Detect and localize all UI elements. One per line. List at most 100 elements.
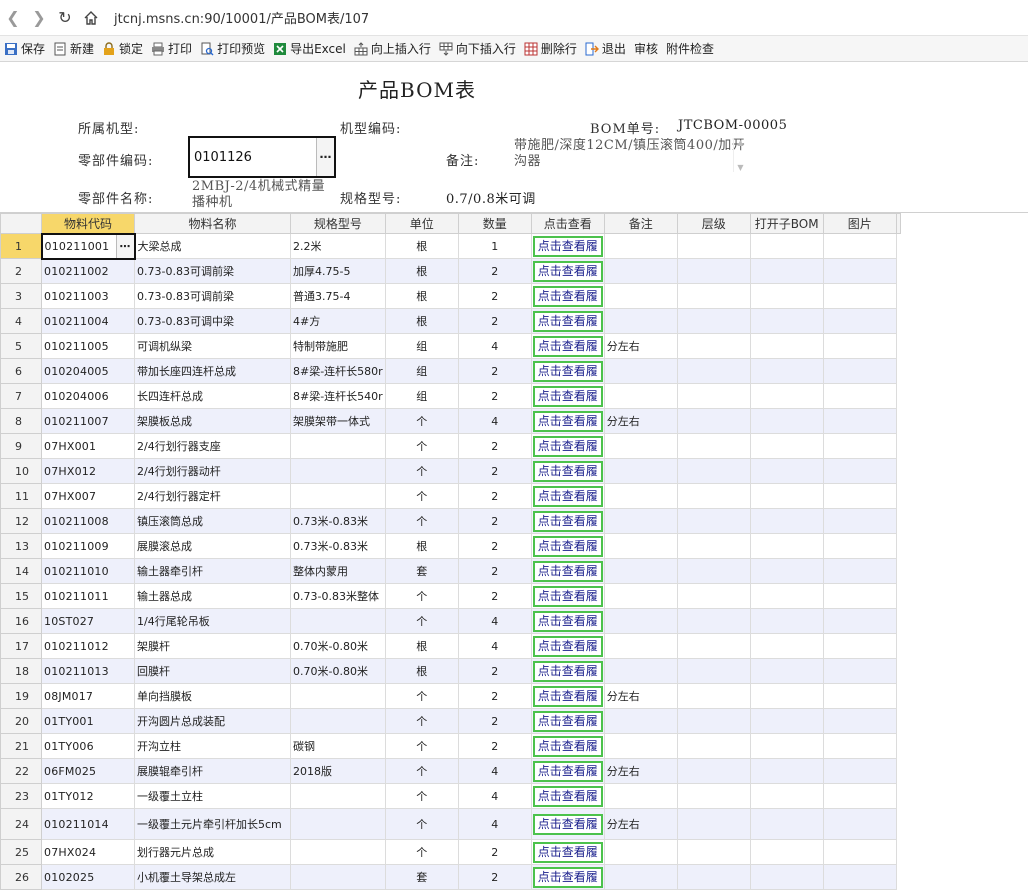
cell-code[interactable]: 06FM025 (41, 758, 135, 784)
cell-open-sub-bom[interactable] (749, 533, 824, 559)
cell-unit[interactable]: 组 (384, 358, 459, 384)
cell-note[interactable] (603, 258, 678, 284)
row-number[interactable]: 15 (0, 583, 42, 609)
cell-spec[interactable]: 4#方 (290, 308, 386, 334)
cell-spec[interactable] (290, 708, 386, 734)
view-button[interactable]: 点击查看履 (532, 235, 603, 257)
cell-name[interactable]: 展膜滚总成 (134, 533, 291, 559)
cell-image[interactable] (822, 358, 897, 384)
toolbar-button-6[interactable]: 向上插入行 (354, 38, 431, 60)
cell-note[interactable] (603, 608, 678, 634)
cell-code[interactable]: 01TY006 (41, 733, 135, 759)
cell-image[interactable] (822, 733, 897, 759)
view-button[interactable]: 点击查看履 (532, 635, 603, 657)
cell-unit[interactable]: 根 (384, 233, 459, 259)
cell-open-sub-bom[interactable] (749, 458, 824, 484)
cell-code[interactable]: 01TY012 (41, 783, 135, 809)
cell-name[interactable]: 镇压滚筒总成 (134, 508, 291, 534)
cell-level[interactable] (676, 783, 751, 809)
row-number[interactable]: 20 (0, 708, 42, 734)
cell-spec[interactable] (290, 483, 386, 509)
view-button[interactable]: 点击查看履 (532, 560, 603, 582)
table-row[interactable]: 14 010211010 输土器牵引杆 整体内蒙用套 2 点击查看履 (0, 558, 901, 584)
view-button[interactable]: 点击查看履 (532, 685, 603, 707)
cell-open-sub-bom[interactable] (749, 608, 824, 634)
cell-code[interactable]: 07HX012 (41, 458, 135, 484)
row-number[interactable]: 16 (0, 608, 42, 634)
cell-image[interactable] (822, 583, 897, 609)
cell-level[interactable] (676, 283, 751, 309)
table-row[interactable]: 20 01TY001 开沟圆片总成装配 个 2 点击查看履 (0, 708, 901, 734)
cell-qty[interactable]: 2 (457, 839, 532, 865)
cell-qty[interactable]: 2 (457, 683, 532, 709)
cell-name[interactable]: 0.73-0.83可调前梁 (134, 258, 291, 284)
cell-code[interactable]: 01TY001 (41, 708, 135, 734)
cell-qty[interactable]: 2 (457, 308, 532, 334)
table-row[interactable]: 26 0102025 小机覆土导架总成左 套 2 点击查看履 (0, 864, 901, 890)
forward-icon[interactable]: ❯ (26, 0, 52, 36)
cell-open-sub-bom[interactable] (749, 633, 824, 659)
table-row[interactable]: 19 08JM017 单向挡膜板 个 2 点击查看履 分左右 (0, 683, 901, 709)
cell-code[interactable]: 010211004 (41, 308, 135, 334)
cell-level[interactable] (676, 808, 751, 840)
scroll-up-icon[interactable]: ▲ (737, 138, 743, 147)
cell-code[interactable]: 010211012 (41, 633, 135, 659)
cell-spec[interactable]: 普通3.75-4 (290, 283, 386, 309)
toolbar-button-0[interactable]: 保存 (4, 38, 45, 60)
table-row[interactable]: 2 010211002 0.73-0.83可调前梁 加厚4.75-5 根 2 点击查看履 (0, 258, 901, 284)
cell-open-sub-bom[interactable] (749, 508, 824, 534)
view-button[interactable]: 点击查看履 (532, 610, 603, 632)
cell-image[interactable] (822, 308, 897, 334)
view-button[interactable]: 点击查看履 (532, 585, 603, 607)
table-row[interactable]: 7 010204006 长四连杆总成 8#梁-连杆长540r 组 2 点击查看履 (0, 383, 901, 409)
cell-unit[interactable]: 根 (384, 308, 459, 334)
table-row[interactable]: 11 07HX007 2/4行划行器定杆 个 2 点击查看履 (0, 483, 901, 509)
table-row[interactable]: 13 010211009 展膜滚总成 0.73米-0.83米根 2 点击查看履 (0, 533, 901, 559)
cell-unit[interactable]: 个 (384, 583, 459, 609)
cell-qty[interactable]: 2 (457, 733, 532, 759)
cell-unit[interactable]: 个 (384, 458, 459, 484)
cell-image[interactable] (822, 708, 897, 734)
cell-name[interactable]: 长四连杆总成 (134, 383, 291, 409)
cell-code[interactable]: 07HX001 (41, 433, 135, 459)
cell-note[interactable] (603, 583, 678, 609)
table-row[interactable]: 25 07HX024 划行器元片总成 个 2 点击查看履 (0, 839, 901, 865)
cell-level[interactable] (676, 839, 751, 865)
cell-qty[interactable]: 4 (457, 758, 532, 784)
cell-qty[interactable]: 2 (457, 583, 532, 609)
cell-qty[interactable]: 2 (457, 258, 532, 284)
cell-open-sub-bom[interactable] (749, 358, 824, 384)
cell-note[interactable]: 分左右 (603, 408, 678, 434)
cell-level[interactable] (676, 508, 751, 534)
cell-open-sub-bom[interactable] (749, 708, 824, 734)
table-row[interactable]: 1 010211001 ⋯ 大梁总成 2.2米根 1 点击查看履 (0, 232, 901, 260)
cell-code[interactable]: 0102025 (41, 864, 135, 890)
cell-qty[interactable]: 2 (457, 508, 532, 534)
cell-qty[interactable]: 2 (457, 483, 532, 509)
cell-note[interactable] (603, 233, 678, 259)
cell-spec[interactable] (290, 433, 386, 459)
cell-spec[interactable]: 整体内蒙用 (290, 558, 386, 584)
row-number[interactable]: 8 (0, 408, 42, 434)
cell-code[interactable]: 010211002 (41, 258, 135, 284)
cell-unit[interactable]: 根 (384, 533, 459, 559)
row-number[interactable]: 3 (0, 283, 42, 309)
home-icon[interactable] (78, 0, 104, 36)
table-row[interactable]: 12 010211008 镇压滚筒总成 0.73米-0.83米个 2 点击查看履 (0, 508, 901, 534)
cell-image[interactable] (822, 608, 897, 634)
cell-level[interactable] (676, 733, 751, 759)
cell-open-sub-bom[interactable] (749, 283, 824, 309)
cell-level[interactable] (676, 483, 751, 509)
cell-spec[interactable]: 8#梁-连杆长540r (290, 383, 386, 409)
cell-level[interactable] (676, 433, 751, 459)
cell-code[interactable]: 010211001 ⋯ (40, 232, 136, 260)
remark-field[interactable]: 带施肥/深度12CM/镇压滚筒400/加开沟器 (514, 138, 748, 172)
column-header[interactable]: 层级 (676, 213, 751, 234)
toolbar-button-8[interactable]: 删除行 (524, 38, 577, 60)
cell-code[interactable]: 010204005 (41, 358, 135, 384)
cell-open-sub-bom[interactable] (749, 333, 824, 359)
view-button[interactable]: 点击查看履 (532, 385, 603, 407)
column-header[interactable]: 数量 (457, 213, 532, 234)
cell-name[interactable]: 1/4行尾轮吊板 (134, 608, 291, 634)
cell-level[interactable] (676, 333, 751, 359)
